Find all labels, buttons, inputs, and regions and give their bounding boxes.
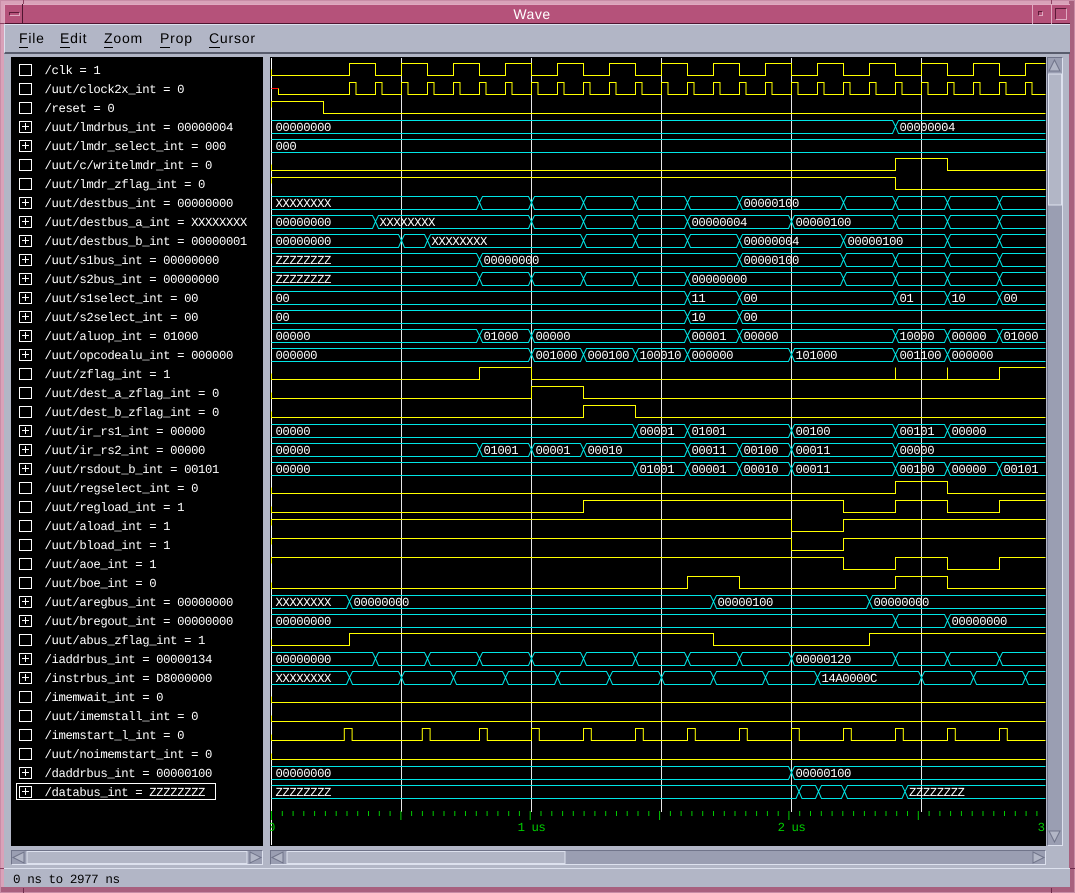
svg-text:00000: 00000 — [744, 330, 779, 344]
svg-text:00000100: 00000100 — [718, 596, 774, 610]
svg-text:10: 10 — [952, 292, 966, 306]
svg-text:00: 00 — [1004, 292, 1018, 306]
svg-text:10: 10 — [692, 311, 706, 325]
svg-text:00101: 00101 — [900, 425, 935, 439]
svg-text:01000: 01000 — [1004, 330, 1039, 344]
svg-text:00011: 00011 — [692, 444, 727, 458]
svg-text:00000100: 00000100 — [744, 197, 800, 211]
svg-text:00: 00 — [276, 311, 290, 325]
svg-text:01000: 01000 — [484, 330, 519, 344]
svg-text:3 us: 3 us — [1038, 821, 1046, 835]
svg-text:00000: 00000 — [276, 444, 311, 458]
svg-text:00010: 00010 — [588, 444, 623, 458]
svg-text:00: 00 — [276, 292, 290, 306]
svg-text:100010: 100010 — [640, 349, 682, 363]
svg-text:00000: 00000 — [952, 463, 987, 477]
svg-text:2 us: 2 us — [778, 821, 806, 835]
svg-text:00000000: 00000000 — [354, 596, 410, 610]
svg-text:001000: 001000 — [536, 349, 578, 363]
svg-text:00000000: 00000000 — [874, 596, 930, 610]
svg-text:00001: 00001 — [640, 425, 675, 439]
svg-text:00100: 00100 — [796, 425, 831, 439]
svg-text:00000120: 00000120 — [796, 653, 852, 667]
svg-text:0: 0 — [270, 821, 275, 835]
svg-text:00100: 00100 — [744, 444, 779, 458]
svg-text:00000100: 00000100 — [796, 216, 852, 230]
svg-text:00101: 00101 — [1004, 463, 1039, 477]
svg-text:01: 01 — [900, 292, 914, 306]
svg-text:00000000: 00000000 — [952, 615, 1008, 629]
svg-text:00: 00 — [744, 292, 758, 306]
svg-text:00000000: 00000000 — [276, 615, 332, 629]
svg-text:000: 000 — [276, 140, 297, 154]
svg-text:ZZZZZZZZ: ZZZZZZZZ — [909, 786, 965, 800]
svg-text:ZZZZZZZZ: ZZZZZZZZ — [276, 273, 332, 287]
svg-text:00001: 00001 — [692, 463, 727, 477]
svg-text:00000100: 00000100 — [796, 767, 852, 781]
svg-text:00000: 00000 — [952, 425, 987, 439]
svg-text:00010: 00010 — [744, 463, 779, 477]
svg-text:00000: 00000 — [536, 330, 571, 344]
svg-text:00011: 00011 — [796, 463, 831, 477]
svg-text:00001: 00001 — [692, 330, 727, 344]
svg-text:00000: 00000 — [900, 444, 935, 458]
svg-text:00: 00 — [744, 311, 758, 325]
svg-text:00000004: 00000004 — [692, 216, 748, 230]
svg-text:00000000: 00000000 — [692, 273, 748, 287]
svg-text:00000: 00000 — [276, 330, 311, 344]
svg-text:00000100: 00000100 — [848, 235, 904, 249]
svg-text:00000: 00000 — [952, 330, 987, 344]
svg-text:000100: 000100 — [588, 349, 630, 363]
svg-text:00000000: 00000000 — [276, 653, 332, 667]
svg-text:000000: 000000 — [952, 349, 994, 363]
svg-text:01001: 01001 — [484, 444, 519, 458]
svg-text:00000004: 00000004 — [900, 121, 956, 135]
svg-text:14A0000C: 14A0000C — [822, 672, 878, 686]
svg-text:00000000: 00000000 — [276, 216, 332, 230]
svg-text:00000000: 00000000 — [276, 235, 332, 249]
svg-text:XXXXXXXX: XXXXXXXX — [432, 235, 489, 249]
svg-text:000000: 000000 — [692, 349, 734, 363]
svg-text:00000000: 00000000 — [276, 767, 332, 781]
svg-text:XXXXXXXX: XXXXXXXX — [380, 216, 437, 230]
svg-text:00011: 00011 — [796, 444, 831, 458]
svg-text:00000004: 00000004 — [744, 235, 800, 249]
svg-text:101000: 101000 — [796, 349, 838, 363]
svg-text:001100: 001100 — [900, 349, 942, 363]
svg-text:000000: 000000 — [276, 349, 318, 363]
svg-text:01001: 01001 — [692, 425, 727, 439]
svg-text:00001: 00001 — [536, 444, 571, 458]
svg-text:00000000: 00000000 — [484, 254, 540, 268]
svg-text:10000: 10000 — [900, 330, 935, 344]
svg-text:00000: 00000 — [276, 463, 311, 477]
svg-text:XXXXXXXX: XXXXXXXX — [276, 596, 333, 610]
svg-text:00100: 00100 — [900, 463, 935, 477]
svg-text:XXXXXXXX: XXXXXXXX — [276, 197, 333, 211]
svg-text:00000100: 00000100 — [744, 254, 800, 268]
svg-text:11: 11 — [692, 292, 706, 306]
svg-text:01001: 01001 — [640, 463, 675, 477]
svg-text:00000000: 00000000 — [276, 121, 332, 135]
svg-text:XXXXXXXX: XXXXXXXX — [276, 672, 333, 686]
svg-text:ZZZZZZZZ: ZZZZZZZZ — [276, 254, 332, 268]
svg-text:00000: 00000 — [276, 425, 311, 439]
svg-text:1 us: 1 us — [518, 821, 546, 835]
svg-text:ZZZZZZZZ: ZZZZZZZZ — [276, 786, 332, 800]
